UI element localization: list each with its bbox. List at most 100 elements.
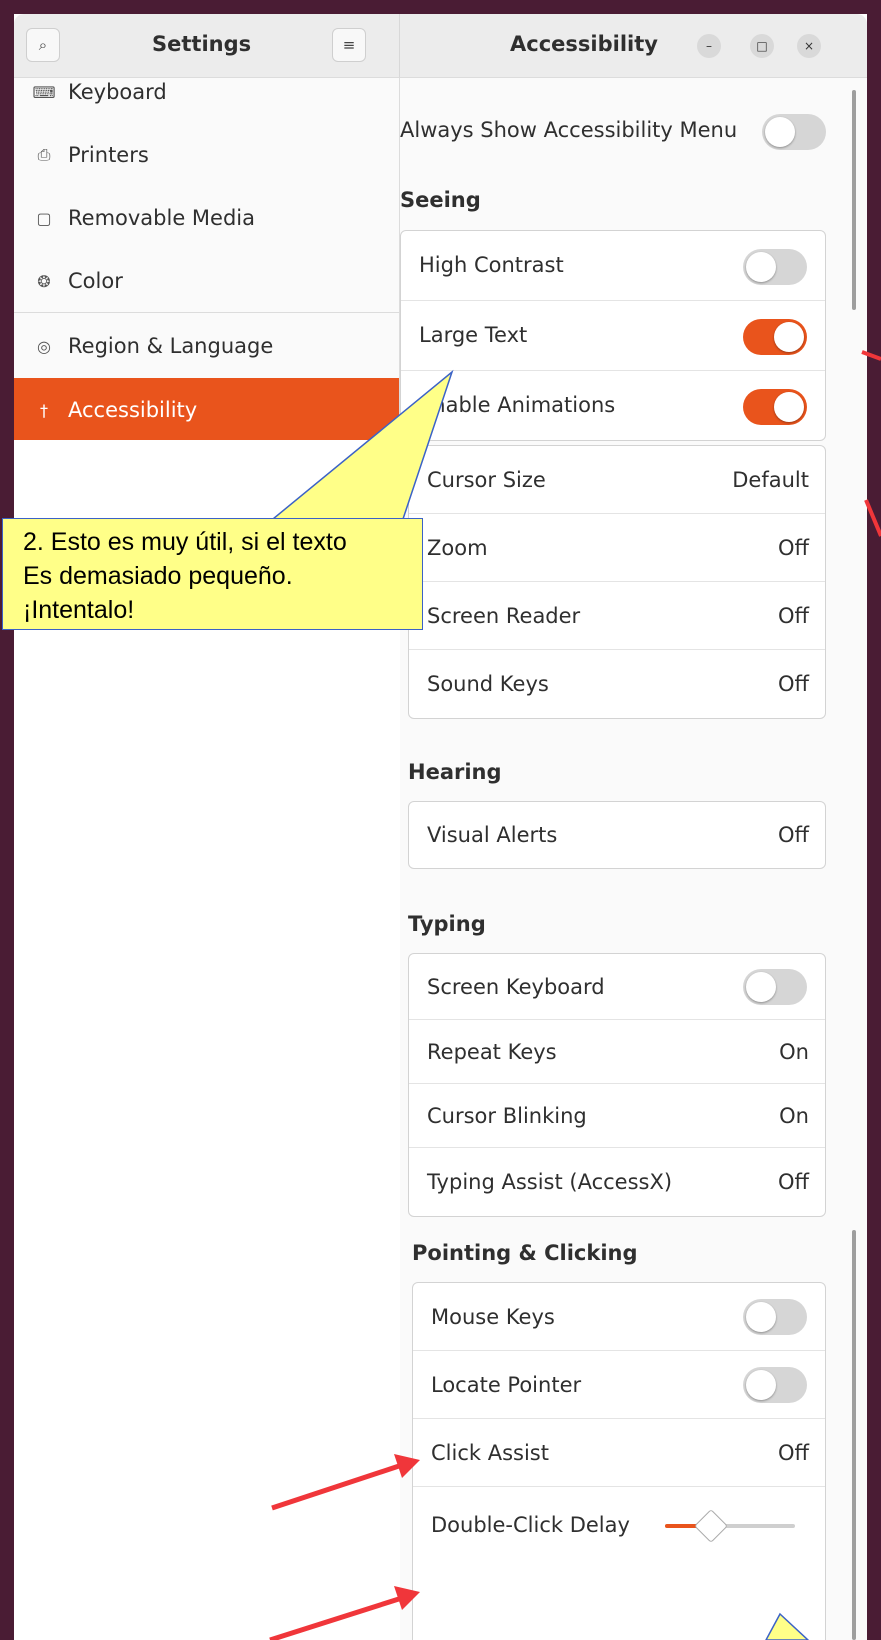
keyboard-icon: ⌨ [32, 82, 56, 102]
switch-knob [746, 1302, 776, 1332]
maximize-icon: □ [756, 39, 768, 53]
enable-animations-row[interactable]: Enable Animations [401, 371, 825, 441]
switch-knob [765, 117, 795, 147]
scrollbar-lower[interactable] [852, 1230, 856, 1640]
sidebar-item-printers[interactable]: ⎙ Printers [14, 123, 399, 187]
row-label: Sound Keys [427, 672, 549, 696]
maximize-button[interactable]: □ [750, 34, 774, 58]
pointing-group: Mouse Keys Locate Pointer Click Assist O… [412, 1282, 826, 1640]
row-label: Typing Assist (AccessX) [427, 1170, 673, 1194]
sidebar-item-label: Removable Media [68, 206, 256, 230]
large-text-row[interactable]: Large Text [401, 301, 825, 371]
row-label: Screen Reader [427, 604, 581, 628]
scrollbar-upper[interactable] [852, 90, 856, 310]
sound-keys-row[interactable]: Sound Keys Off [409, 650, 825, 718]
repeat-keys-row[interactable]: Repeat Keys On [409, 1020, 825, 1084]
sidebar-separator [14, 312, 399, 313]
row-label: Double-Click Delay [431, 1513, 630, 1537]
row-value: Off [778, 1441, 809, 1465]
tutorial-callout: 2. Esto es muy útil, si el texto Es dema… [2, 518, 423, 630]
locate-pointer-switch[interactable] [743, 1367, 807, 1403]
globe-icon: ◎ [37, 336, 51, 356]
row-label: Mouse Keys [431, 1305, 555, 1329]
row-value: On [779, 1040, 809, 1064]
row-value: Off [778, 672, 809, 696]
switch-knob [746, 972, 776, 1002]
desktop-background-right [867, 0, 881, 1640]
mouse-keys-row[interactable]: Mouse Keys [413, 1283, 825, 1351]
visual-alerts-row[interactable]: Visual Alerts Off [409, 802, 825, 868]
double-click-delay-row: Double-Click Delay [413, 1487, 825, 1567]
row-label: Large Text [419, 323, 528, 347]
desktop-background-top [0, 0, 881, 14]
typing-group: Screen Keyboard Repeat Keys On Cursor Bl… [408, 953, 826, 1217]
row-label: High Contrast [419, 253, 564, 277]
settings-window: ⌕ Settings ≡ Accessibility – □ × ⌨ Keybo… [0, 0, 881, 1640]
switch-knob [746, 252, 776, 282]
row-value: On [779, 1104, 809, 1128]
minimize-icon: – [706, 39, 712, 53]
cursor-size-row[interactable]: Cursor Size Default [409, 446, 825, 514]
row-label: Screen Keyboard [427, 975, 605, 999]
slider-thumb[interactable] [694, 1509, 728, 1543]
row-label: Enable Animations [419, 393, 616, 417]
row-label: Visual Alerts [427, 823, 558, 847]
page-title: Accessibility [510, 32, 658, 56]
screen-keyboard-row[interactable]: Screen Keyboard [409, 954, 825, 1020]
usb-icon: ▢ [36, 208, 52, 228]
menu-button[interactable]: ≡ [332, 28, 366, 62]
seeing-values-group: Cursor Size Default Zoom Off Screen Read… [408, 445, 826, 719]
always-show-menu-label: Always Show Accessibility Menu [400, 118, 738, 142]
hamburger-menu-icon: ≡ [342, 36, 356, 54]
row-value: Off [778, 823, 809, 847]
sidebar-item-color[interactable]: ❂ Color [14, 249, 399, 313]
printer-icon: ⎙ [37, 145, 51, 164]
enable-animations-switch[interactable] [743, 389, 807, 425]
large-text-switch[interactable] [743, 319, 807, 355]
zoom-row[interactable]: Zoom Off [409, 514, 825, 582]
sidebar-item-region-language[interactable]: ◎ Region & Language [14, 314, 399, 378]
seeing-heading: Seeing [400, 188, 481, 212]
pointing-clicking-heading: Pointing & Clicking [412, 1241, 638, 1265]
sidebar: ⌨ Keyboard ⎙ Printers ▢ Removable Media … [14, 78, 400, 442]
close-icon: × [803, 39, 815, 53]
row-value: Off [778, 604, 809, 628]
callout-line-3: ¡Intentalo! [23, 596, 135, 624]
sidebar-item-label: Color [68, 269, 123, 293]
sidebar-item-accessibility[interactable]: † Accessibility [14, 378, 399, 442]
close-button[interactable]: × [797, 34, 821, 58]
row-label: Locate Pointer [431, 1373, 582, 1397]
row-label: Cursor Blinking [427, 1104, 587, 1128]
row-label: Repeat Keys [427, 1040, 557, 1064]
screen-keyboard-switch[interactable] [743, 969, 807, 1005]
high-contrast-switch[interactable] [743, 249, 807, 285]
row-label: Zoom [427, 536, 488, 560]
row-label: Cursor Size [427, 468, 546, 492]
high-contrast-row[interactable]: High Contrast [401, 231, 825, 301]
search-button[interactable]: ⌕ [26, 28, 60, 62]
sidebar-item-keyboard[interactable]: ⌨ Keyboard [14, 60, 399, 124]
switch-knob [746, 1370, 776, 1400]
color-icon: ❂ [37, 271, 51, 291]
switch-knob [774, 392, 804, 422]
sidebar-item-removable-media[interactable]: ▢ Removable Media [14, 186, 399, 250]
double-click-delay-slider[interactable] [665, 1509, 795, 1543]
sidebar-item-label: Printers [68, 143, 149, 167]
mouse-keys-switch[interactable] [743, 1299, 807, 1335]
row-label: Click Assist [431, 1441, 549, 1465]
cursor-blinking-row[interactable]: Cursor Blinking On [409, 1084, 825, 1148]
row-value: Default [732, 468, 809, 492]
settings-title: Settings [152, 32, 252, 56]
row-value: Off [778, 1170, 809, 1194]
hearing-heading: Hearing [408, 760, 502, 784]
sidebar-item-label: Keyboard [68, 80, 167, 104]
always-show-menu-switch[interactable] [762, 114, 826, 150]
minimize-button[interactable]: – [697, 34, 721, 58]
screen-reader-row[interactable]: Screen Reader Off [409, 582, 825, 650]
sidebar-item-label: Region & Language [68, 334, 274, 358]
hearing-group: Visual Alerts Off [408, 801, 826, 869]
typing-assist-row[interactable]: Typing Assist (AccessX) Off [409, 1148, 825, 1216]
locate-pointer-row[interactable]: Locate Pointer [413, 1351, 825, 1419]
content-header: Accessibility – □ × [400, 14, 867, 78]
click-assist-row[interactable]: Click Assist Off [413, 1419, 825, 1487]
